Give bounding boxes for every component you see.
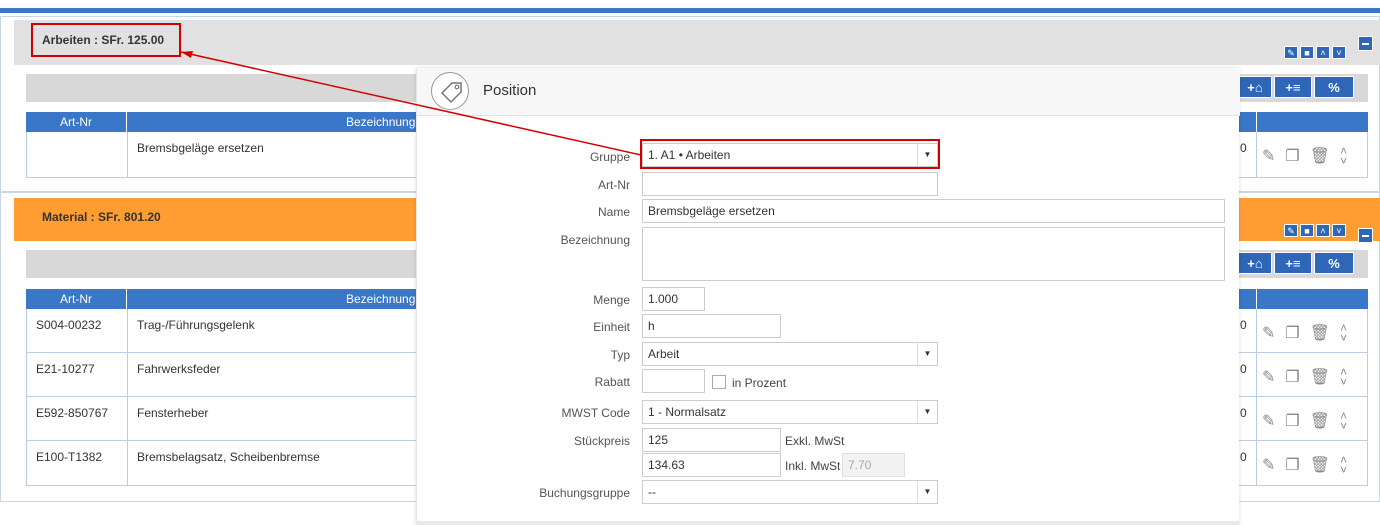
annotation-arrow xyxy=(180,51,642,156)
